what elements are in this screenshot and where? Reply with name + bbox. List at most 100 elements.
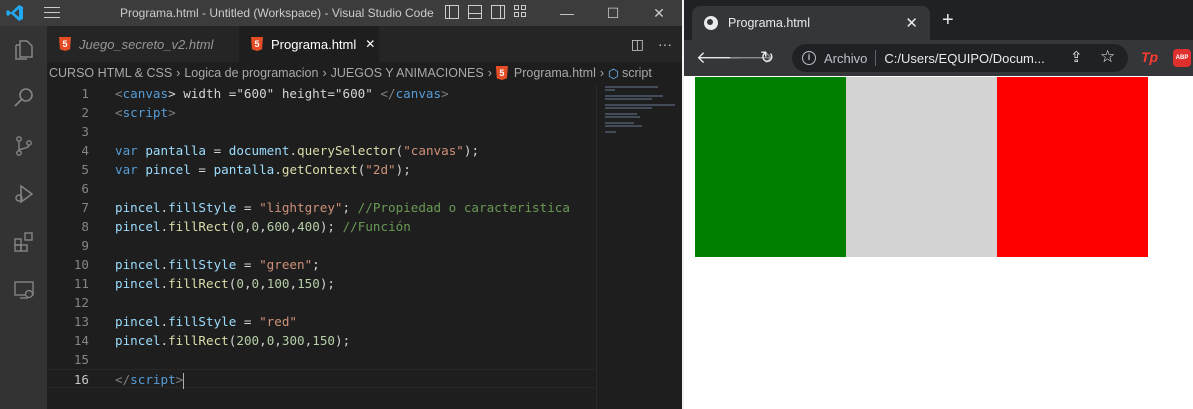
symbol-icon: ⬡ — [608, 66, 619, 81]
code-token: pincel — [115, 276, 161, 291]
html5-icon: 5 — [495, 66, 508, 80]
line-number: 10 — [73, 257, 89, 272]
tab-close-button[interactable]: ✕ — [365, 37, 375, 51]
code-line[interactable]: 14 pincel.fillRect(200,0,300,150); — [47, 331, 595, 350]
reload-icon[interactable]: ↻ — [760, 48, 774, 68]
code-token: canvas — [395, 86, 442, 101]
code-line[interactable]: 2 <script> — [47, 103, 595, 122]
code-token: fillStyle — [168, 257, 237, 272]
more-actions-icon[interactable]: ··· — [658, 36, 672, 53]
code-token: , — [289, 219, 298, 234]
line-number: 3 — [81, 124, 89, 139]
code-token: = — [236, 200, 260, 215]
code-line[interactable]: 13 pincel.fillStyle = "red" — [47, 312, 595, 331]
new-tab-button[interactable]: + — [942, 10, 954, 30]
tab-juego-secreto[interactable]: 5 Juego_secreto_v2.html — [47, 26, 237, 62]
line-number: 14 — [73, 333, 89, 348]
code-line[interactable]: 12 — [47, 293, 595, 312]
code-line[interactable]: 4 var pantalla = document.querySelector("… — [47, 141, 595, 160]
code-token: </ — [115, 372, 131, 387]
code-editor[interactable]: 1 <canvas> width ="600" height="600" </ca… — [47, 84, 595, 409]
tab-programa[interactable]: 5 Programa.html ✕ — [239, 26, 379, 62]
maximize-button[interactable]: ☐ — [590, 0, 636, 26]
code-token: //Propiedad o caracteristica — [357, 200, 570, 215]
extensions-icon[interactable] — [0, 218, 47, 266]
code-token: document — [228, 143, 290, 158]
code-token: 400 — [297, 219, 320, 234]
code-token: 100 — [266, 276, 290, 291]
breadcrumb-item[interactable]: script — [622, 66, 652, 80]
code-token: ; — [342, 200, 358, 215]
code-line[interactable]: 5 var pincel = pantalla.getContext("2d"); — [47, 160, 595, 179]
code-line[interactable]: 1 <canvas> width ="600" height="600" </ca… — [47, 84, 595, 103]
code-line[interactable]: 9 — [47, 236, 595, 255]
tab-label: Programa.html — [271, 36, 357, 52]
close-tab-button[interactable]: ✕ — [905, 14, 918, 32]
explorer-icon[interactable] — [0, 26, 47, 74]
customize-layout-icon[interactable] — [514, 5, 528, 19]
split-editor-icon[interactable]: ◫ — [631, 36, 644, 53]
code-token: pantalla — [145, 143, 207, 158]
chevron-right-icon: › — [176, 66, 181, 80]
minimap-line — [605, 104, 675, 106]
code-text: var pincel = pantalla.getContext("2d"); — [115, 160, 411, 179]
code-line[interactable]: 7 pincel.fillStyle = "lightgrey"; //Propi… — [47, 198, 595, 217]
code-text: </script> — [115, 370, 185, 389]
remote-explorer-icon[interactable] — [0, 266, 47, 314]
code-token: "canvas" — [403, 143, 464, 158]
code-token: fillRect — [168, 276, 229, 291]
run-debug-icon[interactable] — [0, 170, 47, 218]
title-bar: Programa.html - Untitled (Workspace) - V… — [0, 0, 682, 26]
search-icon[interactable] — [0, 74, 47, 122]
chevron-right-icon: › — [599, 66, 605, 80]
code-text: pincel.fillRect(0,0,600,400); //Función — [115, 217, 411, 236]
browser-toolbar: 🡐 🡒 ↻ i Archivo C:/Users/EQUIPO/Docum...… — [684, 40, 1193, 76]
minimap[interactable] — [596, 84, 682, 409]
code-token: , — [243, 276, 252, 291]
breadcrumb-item[interactable]: JUEGOS Y ANIMACIONES — [331, 66, 484, 80]
code-line[interactable]: 15 — [47, 350, 595, 369]
code-token: > width ="600" height="600" — [168, 86, 381, 101]
code-token: querySelector — [297, 143, 396, 158]
code-line[interactable]: 6 — [47, 179, 595, 198]
activity-bar — [0, 26, 47, 409]
code-token: . — [160, 257, 169, 272]
code-line[interactable]: 10 pincel.fillStyle = "green"; — [47, 255, 595, 274]
toggle-panel-icon[interactable] — [468, 5, 482, 19]
code-token: fillRect — [168, 219, 229, 234]
breadcrumb-item[interactable]: Programa.html — [514, 66, 596, 80]
breadcrumb: CURSO HTML & CSS › Logica de programacio… — [47, 62, 682, 84]
info-icon[interactable]: i — [802, 51, 816, 65]
minimap-line — [605, 131, 616, 133]
toggle-secondary-sidebar-icon[interactable] — [491, 5, 505, 19]
code-token: fillStyle — [168, 200, 237, 215]
toggle-sidebar-icon[interactable] — [445, 5, 459, 19]
code-token: pincel — [115, 333, 161, 348]
code-token: = — [236, 314, 260, 329]
hamburger-menu-icon[interactable] — [44, 7, 60, 19]
code-line[interactable]: 3 — [47, 122, 595, 141]
html5-icon: 5 — [251, 37, 263, 51]
minimize-button[interactable]: — — [544, 0, 590, 26]
code-token: < — [115, 86, 123, 101]
breadcrumb-item[interactable]: Logica de programacion — [184, 66, 318, 80]
share-icon[interactable]: ⇪ — [1070, 48, 1083, 68]
code-line[interactable]: 8 pincel.fillRect(0,0,600,400); //Función — [47, 217, 595, 236]
tp-extension-icon[interactable]: Tp — [1141, 49, 1158, 65]
browser-tab[interactable]: Programa.html ✕ — [692, 6, 930, 40]
adblock-extension-icon[interactable]: ABP — [1173, 49, 1191, 67]
source-control-icon[interactable] — [0, 122, 47, 170]
code-token: , — [259, 219, 267, 234]
bookmark-star-icon[interactable]: ☆ — [1100, 47, 1115, 67]
code-token: //Función — [342, 219, 411, 234]
code-line[interactable]: 16 </script> — [47, 369, 595, 389]
code-token: canvas — [122, 86, 169, 101]
code-token: > — [441, 86, 449, 101]
line-number: 1 — [81, 86, 89, 101]
code-token: pincel — [145, 162, 191, 177]
minimap-line — [605, 116, 640, 118]
close-window-button[interactable]: ✕ — [636, 0, 682, 26]
minimap-line — [605, 86, 658, 88]
code-line[interactable]: 11 pincel.fillRect(0,0,100,150); — [47, 274, 595, 293]
breadcrumb-item[interactable]: CURSO HTML & CSS — [49, 66, 172, 80]
